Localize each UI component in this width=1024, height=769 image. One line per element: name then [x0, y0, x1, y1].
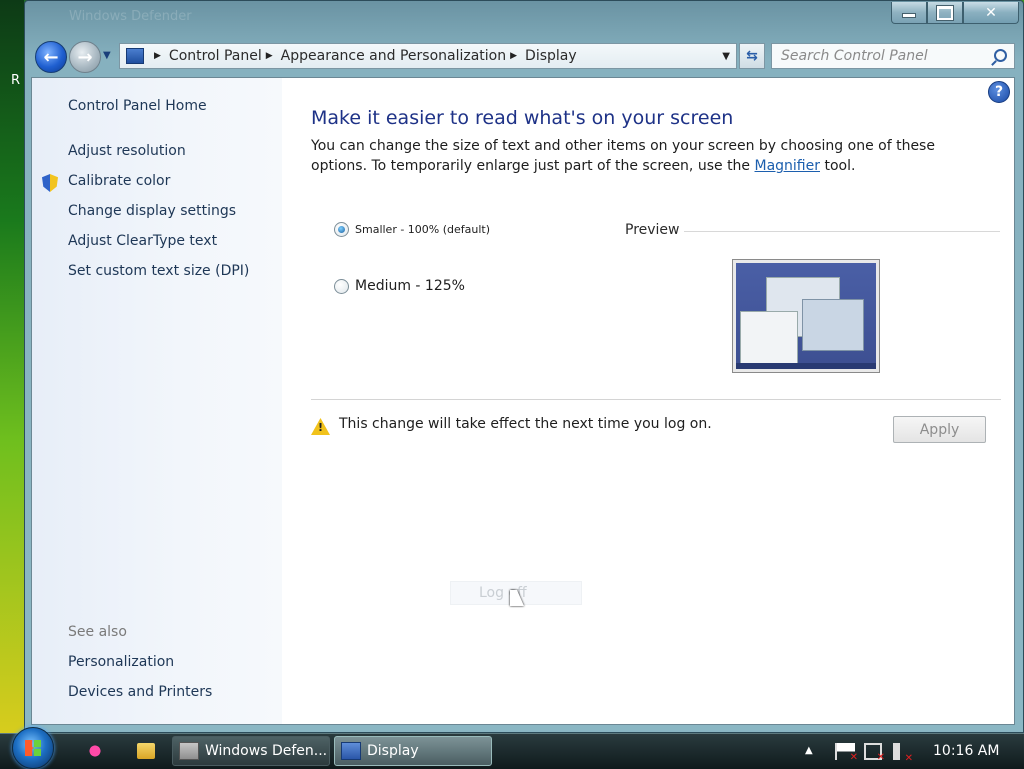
recent-pages-dropdown[interactable]: ▼: [103, 50, 111, 61]
close-button[interactable]: ✕: [963, 2, 1019, 24]
preview-image: [732, 259, 880, 373]
breadcrumb-arrow-icon[interactable]: ▶: [154, 51, 161, 61]
taskbar-button-label: Windows Defen...: [205, 743, 328, 759]
option-medium[interactable]: Medium - 125%: [334, 278, 465, 294]
control-panel-icon: [126, 48, 144, 64]
breadcrumb-arrow-icon[interactable]: ▶: [266, 51, 273, 61]
breadcrumb-control-panel[interactable]: Control Panel: [169, 48, 262, 64]
radio-medium[interactable]: [334, 278, 349, 294]
taskbar-button-label: Display: [367, 743, 419, 759]
section-divider: [311, 399, 1001, 400]
breadcrumb-appearance[interactable]: Appearance and Personalization: [281, 48, 506, 64]
forward-button[interactable]: →: [69, 41, 101, 73]
explorer-window: Windows Defender ✕ ← → ▼ ▶ Control Panel…: [24, 0, 1024, 733]
desktop-icon-label: R: [11, 73, 21, 88]
preview-window: [802, 299, 864, 351]
close-icon: ✕: [985, 4, 997, 21]
sidebar-link-adjust-cleartype[interactable]: Adjust ClearType text: [68, 233, 217, 249]
help-icon[interactable]: ?: [988, 81, 1010, 103]
mouse-cursor-icon: [510, 590, 524, 606]
navigation-bar: ← → ▼ ▶ Control Panel ▶ Appearance and P…: [33, 40, 1019, 73]
messenger-icon[interactable]: [86, 743, 104, 759]
back-arrow-icon: ←: [43, 46, 59, 68]
forward-arrow-icon: →: [77, 46, 93, 68]
option-smaller[interactable]: Smaller - 100% (default): [334, 222, 490, 237]
back-button[interactable]: ←: [35, 41, 67, 73]
sidebar-link-control-panel-home[interactable]: Control Panel Home: [68, 98, 207, 114]
see-also-heading: See also: [68, 624, 127, 640]
preview-heading: Preview: [625, 222, 680, 238]
search-placeholder: Search Control Panel: [781, 48, 928, 64]
magnifier-link[interactable]: Magnifier: [755, 158, 821, 174]
ghost-window-title: Windows Defender: [69, 9, 192, 24]
option-smaller-label[interactable]: Smaller - 100% (default): [355, 223, 490, 236]
preview-taskbar: [736, 363, 876, 369]
taskbar-clock[interactable]: 10:16 AM: [933, 743, 999, 759]
maximize-icon: [936, 4, 954, 21]
preview-screen: [736, 263, 876, 369]
minimize-button[interactable]: [891, 2, 927, 24]
maximize-button[interactable]: [927, 2, 963, 24]
uac-shield-icon: [42, 174, 58, 192]
address-dropdown-icon[interactable]: ▼: [722, 51, 730, 62]
task-pane: Control Panel Home Adjust resolution Cal…: [32, 78, 282, 724]
folder-icon[interactable]: [137, 743, 155, 759]
page-title: Make it easier to read what's on your sc…: [311, 107, 734, 129]
sidebar-link-devices-printers[interactable]: Devices and Printers: [68, 684, 212, 700]
address-bar[interactable]: ▶ Control Panel ▶ Appearance and Persona…: [119, 43, 737, 69]
sidebar-link-personalization[interactable]: Personalization: [68, 654, 174, 670]
volume-icon[interactable]: [893, 743, 913, 764]
preview-divider: [684, 231, 1000, 232]
preview-window: [740, 311, 798, 367]
show-hidden-icons-icon[interactable]: ▲: [805, 745, 813, 756]
intro-text: You can change the size of text and othe…: [311, 136, 991, 176]
breadcrumb-display[interactable]: Display: [525, 48, 577, 64]
network-icon[interactable]: [864, 743, 885, 763]
apply-button[interactable]: Apply: [893, 416, 986, 443]
sidebar-link-custom-dpi[interactable]: Set custom text size (DPI): [68, 263, 249, 279]
radio-smaller[interactable]: [334, 222, 349, 237]
search-icon[interactable]: [994, 49, 1007, 62]
option-medium-label[interactable]: Medium - 125%: [355, 278, 465, 294]
window-controls: ✕: [891, 2, 1019, 24]
minimize-icon: [902, 13, 916, 18]
desktop-background: [0, 0, 24, 735]
warning-message: This change will take effect the next ti…: [339, 416, 712, 432]
action-center-flag-icon[interactable]: [835, 743, 858, 763]
search-input[interactable]: Search Control Panel: [771, 43, 1015, 69]
display-icon: [341, 742, 361, 760]
taskbar: Windows Defen... Display ▲ 10:16 AM: [0, 727, 1024, 769]
taskbar-button-windows-defender[interactable]: Windows Defen...: [172, 736, 330, 766]
warning-icon: [311, 418, 330, 435]
breadcrumb-arrow-icon[interactable]: ▶: [510, 51, 517, 61]
content-area: Control Panel Home Adjust resolution Cal…: [31, 77, 1015, 725]
refresh-button[interactable]: ⇆: [739, 43, 765, 69]
windows-defender-icon: [179, 742, 199, 760]
sidebar-link-change-display-settings[interactable]: Change display settings: [68, 203, 236, 219]
start-button[interactable]: [12, 727, 54, 769]
refresh-icon: ⇆: [746, 48, 758, 64]
sidebar-link-adjust-resolution[interactable]: Adjust resolution: [68, 143, 186, 159]
taskbar-button-display[interactable]: Display: [334, 736, 492, 766]
intro-text-end: tool.: [820, 158, 856, 174]
sidebar-link-calibrate-color[interactable]: Calibrate color: [68, 173, 170, 189]
